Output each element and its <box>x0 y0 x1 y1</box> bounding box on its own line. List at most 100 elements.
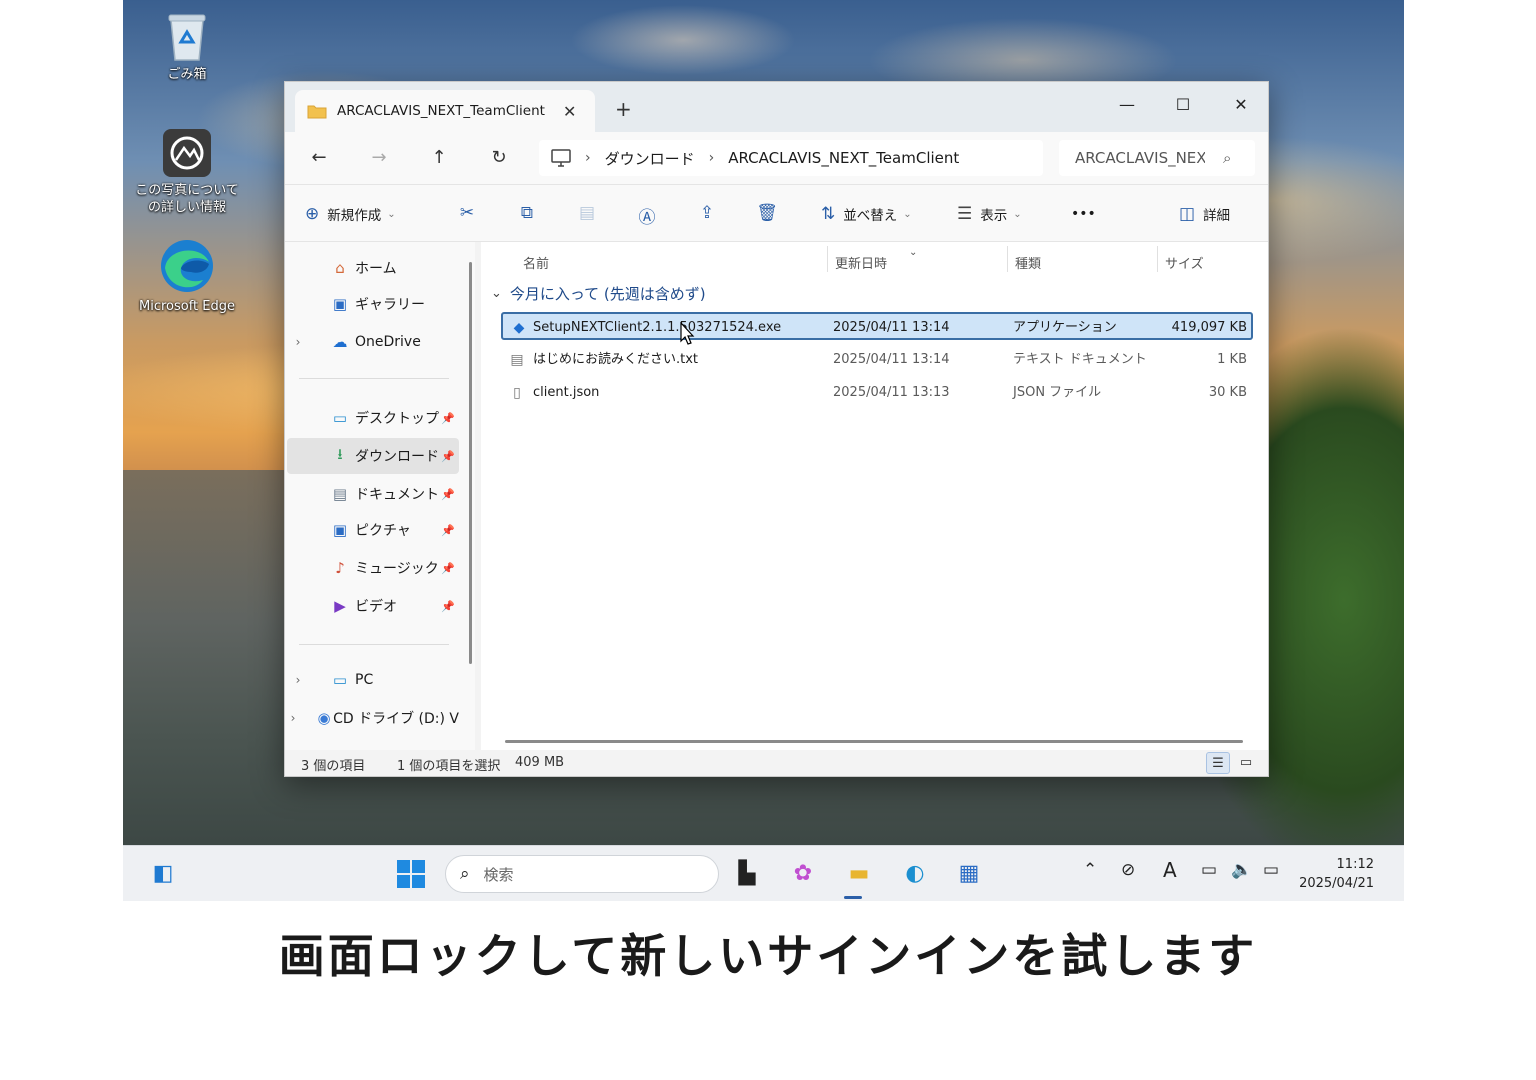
sidebar-item-home[interactable]: ⌂ ホーム <box>287 250 459 286</box>
file-row[interactable]: ▤ はじめにお読みください.txt 2025/04/11 13:14 テキスト … <box>501 346 1253 374</box>
gallery-icon: ▣ <box>332 295 348 313</box>
rename-icon[interactable]: Ⓐ <box>635 203 659 228</box>
sidebar-item-label: PC <box>355 672 374 688</box>
taskbar-search-input[interactable]: ⌕ 検索 <box>445 855 719 893</box>
sidebar-item-label: CD ドライブ (D:) V <box>333 711 459 727</box>
column-header-modified[interactable]: 更新日時 <box>835 248 887 276</box>
pin-icon: 📌 <box>441 523 455 537</box>
cut-icon[interactable]: ✂ <box>455 203 479 225</box>
up-button[interactable]: ↑ <box>425 144 453 172</box>
chevron-right-icon[interactable]: › <box>287 673 309 687</box>
desktop-icon-photo-info[interactable]: この写真について の詳しい情報 <box>132 128 242 216</box>
minimize-button[interactable]: — <box>1107 90 1147 120</box>
title-bar: ARCACLAVIS_NEXT_TeamClient ✕ + — ☐ ✕ <box>285 82 1268 132</box>
pin-icon: 📌 <box>441 487 455 501</box>
file-row[interactable]: ▯ client.json 2025/04/11 13:13 JSON ファイル… <box>501 379 1253 407</box>
more-options-button[interactable]: ••• <box>1071 203 1096 225</box>
group-header[interactable]: ⌄ 今月に入って (先週は含めず) <box>491 280 706 306</box>
sidebar-item-pc[interactable]: › ▭ PC <box>287 662 459 698</box>
file-modified: 2025/04/11 13:14 <box>833 352 950 367</box>
column-divider[interactable] <box>1157 246 1158 272</box>
battery-icon[interactable]: ▭ <box>1263 860 1279 880</box>
column-header-name[interactable]: 名前 <box>523 248 549 276</box>
edge-icon <box>161 240 213 292</box>
column-divider[interactable] <box>1007 246 1008 272</box>
column-header-type[interactable]: 種類 <box>1015 248 1041 276</box>
sidebar-scrollbar[interactable] <box>469 262 472 664</box>
display-icon[interactable]: ▭ <box>1201 860 1217 880</box>
delete-icon[interactable]: 🗑 <box>755 203 779 225</box>
folder-icon <box>307 105 327 119</box>
details-pane-button[interactable]: ◫ 詳細 <box>1179 203 1230 225</box>
breadcrumb-current-folder[interactable]: ARCACLAVIS_NEXT_TeamClient <box>728 149 959 167</box>
paste-icon[interactable]: ▤ <box>575 203 599 225</box>
search-input[interactable]: ARCACLAVIS_NEXT_TeamClient ⌕ <box>1059 140 1255 176</box>
back-button[interactable]: ← <box>305 144 333 172</box>
thumbnail-view-button[interactable]: ▭ <box>1234 752 1258 774</box>
network-disconnected-icon[interactable]: ⊘ <box>1121 860 1135 880</box>
desktop-screen: ごみ箱 この写真について の詳しい情報 Microsoft Edge ARCAC… <box>123 0 1404 901</box>
share-icon[interactable]: ⇪ <box>695 203 719 225</box>
horizontal-scrollbar[interactable] <box>505 740 1243 743</box>
details-label: 詳細 <box>1203 208 1231 224</box>
setup-exe-icon: ◆ <box>513 320 525 336</box>
desktop-icon-edge[interactable]: Microsoft Edge <box>132 238 242 315</box>
tab-current-folder[interactable]: ARCACLAVIS_NEXT_TeamClient ✕ <box>295 90 595 132</box>
download-icon: ⭳ <box>337 444 343 463</box>
sidebar-item-music[interactable]: ♪ ミュージック 📌 <box>287 550 459 586</box>
view-button[interactable]: ☰ 表示 ⌄ <box>957 203 1022 225</box>
store-icon[interactable]: ▦ <box>951 856 987 892</box>
start-button[interactable] <box>396 859 426 889</box>
new-button[interactable]: ⊕ 新規作成 ⌄ <box>305 203 396 225</box>
close-button[interactable]: ✕ <box>1221 90 1261 120</box>
task-view-icon[interactable]: ▙ <box>729 856 765 892</box>
sidebar-item-cd-drive[interactable]: › ◉ CD ドライブ (D:) V <box>287 700 459 736</box>
edge-taskbar-icon[interactable]: ◐ <box>897 856 933 892</box>
desktop-icon-recycle-bin[interactable]: ごみ箱 <box>132 10 242 83</box>
sort-button[interactable]: ⇅ 並べ替え ⌄ <box>821 203 912 225</box>
forward-button[interactable]: → <box>365 144 393 172</box>
mouse-cursor-icon <box>680 322 695 345</box>
sidebar-item-videos[interactable]: ▶ ビデオ 📌 <box>287 588 459 624</box>
chevron-right-icon: › <box>585 150 591 166</box>
chevron-right-icon[interactable]: › <box>287 335 309 349</box>
file-name: はじめにお読みください.txt <box>533 352 699 367</box>
sidebar-item-pictures[interactable]: ▣ ピクチャ 📌 <box>287 512 459 548</box>
show-hidden-icons-button[interactable]: ⌃ <box>1083 860 1097 880</box>
command-bar: ⊕ 新規作成 ⌄ ✂ ⧉ ▤ Ⓐ ⇪ 🗑 ⇅ 並べ替え ⌄ ☰ 表示 ⌄ •••… <box>285 184 1268 242</box>
volume-icon[interactable]: 🔈 <box>1231 860 1252 880</box>
address-bar[interactable]: › ダウンロード › ARCACLAVIS_NEXT_TeamClient <box>539 140 1043 176</box>
copy-icon[interactable]: ⧉ <box>515 203 539 225</box>
video-icon: ▶ <box>334 597 346 615</box>
pin-icon: 📌 <box>441 599 455 613</box>
maximize-button[interactable]: ☐ <box>1163 90 1203 120</box>
copilot-icon[interactable]: ✿ <box>785 856 821 892</box>
chevron-right-icon[interactable]: › <box>287 711 299 725</box>
text-file-icon: ▤ <box>510 352 524 368</box>
details-pane-icon: ◫ <box>1179 204 1196 224</box>
chevron-down-icon: ⌄ <box>903 208 912 220</box>
column-divider[interactable] <box>827 246 828 272</box>
chevron-down-icon: ⌄ <box>387 208 396 220</box>
sidebar-item-documents[interactable]: ▤ ドキュメント 📌 <box>287 476 459 512</box>
item-count: 3 個の項目 <box>301 759 366 774</box>
sidebar-item-onedrive[interactable]: › ☁ OneDrive <box>287 324 459 360</box>
tab-close-button[interactable]: ✕ <box>563 102 576 121</box>
file-row[interactable]: ◆ SetupNEXTClient2.1.1.503271524.exe 202… <box>501 312 1253 340</box>
sidebar-item-desktop[interactable]: ▭ デスクトップ 📌 <box>287 400 459 436</box>
new-tab-button[interactable]: + <box>615 97 632 121</box>
file-type: JSON ファイル <box>1013 385 1102 400</box>
details-view-button[interactable]: ☰ <box>1206 752 1230 774</box>
widgets-icon[interactable]: ◧ <box>145 856 181 892</box>
active-app-indicator <box>844 896 862 899</box>
tab-title: ARCACLAVIS_NEXT_TeamClient <box>337 103 545 119</box>
music-icon: ♪ <box>335 559 345 577</box>
refresh-button[interactable]: ↻ <box>485 144 513 172</box>
sidebar-item-gallery[interactable]: ▣ ギャラリー <box>287 286 459 322</box>
breadcrumb-downloads[interactable]: ダウンロード <box>605 148 695 169</box>
input-indicator[interactable]: A <box>1163 858 1177 882</box>
sidebar-item-downloads[interactable]: ⭳ ダウンロード 📌 <box>287 438 459 474</box>
clock[interactable]: 11:12 2025/04/21 <box>1299 855 1374 893</box>
column-header-size[interactable]: サイズ <box>1165 248 1204 276</box>
file-explorer-taskbar-icon[interactable]: ▬ <box>841 856 877 892</box>
